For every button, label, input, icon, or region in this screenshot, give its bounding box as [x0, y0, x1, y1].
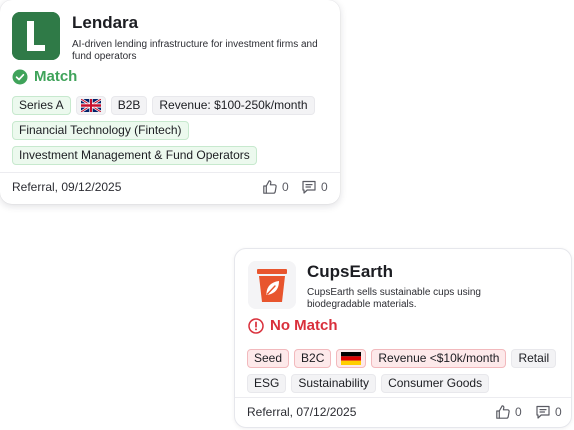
tag-stage: Series A [12, 96, 71, 115]
comment-button[interactable]: 0 [535, 404, 562, 420]
company-description: AI-driven lending infrastructure for inv… [72, 39, 318, 62]
tag-stage: Seed [247, 349, 290, 368]
lendara-logo-icon [12, 12, 60, 60]
cup-leaf-icon [248, 261, 296, 309]
tag-sector: Consumer Goods [381, 374, 490, 393]
uk-flag-icon [75, 96, 106, 115]
tag-sector: Financial Technology (Fintech) [12, 121, 189, 140]
tag-model: B2C [294, 349, 332, 368]
tag-sector: Investment Management & Fund Operators [12, 146, 257, 165]
company-card-lendara[interactable]: Lendara AI-driven lending infrastructure… [0, 0, 340, 204]
germany-flag-icon [336, 349, 367, 368]
company-name[interactable]: Lendara [72, 13, 138, 33]
tag-sector: Sustainability [291, 374, 377, 393]
thumbs-up-icon [496, 405, 510, 419]
tag-model: B2B [110, 96, 148, 115]
company-card-cupsearth[interactable]: CupsEarth CupsEarth sells sustainable cu… [234, 248, 572, 428]
tag-revenue: Revenue <$10k/month [371, 349, 507, 368]
company-name[interactable]: CupsEarth [307, 262, 393, 282]
match-status: Match [12, 68, 77, 85]
alert-circle-icon [248, 317, 264, 334]
status-label: No Match [270, 317, 338, 334]
comment-count: 0 [321, 180, 328, 194]
like-button[interactable]: 0 [495, 404, 522, 420]
tag-sector: ESG [247, 374, 287, 393]
card-footer: Referral, 09/12/2025 0 0 [0, 172, 340, 204]
like-count: 0 [282, 180, 289, 194]
comment-icon [536, 405, 550, 419]
referral-date: Referral, 09/12/2025 [12, 180, 122, 194]
status-label: Match [34, 68, 78, 85]
referral-date: Referral, 07/12/2025 [247, 405, 357, 419]
card-footer: Referral, 07/12/2025 0 0 [235, 397, 571, 429]
tag-list: Series A B2B Revenue: $100-250k/month Fi… [12, 96, 332, 165]
like-count: 0 [515, 405, 522, 419]
company-description: CupsEarth sells sustainable cups using b… [307, 287, 481, 310]
comment-count: 0 [555, 405, 562, 419]
comment-icon [302, 180, 316, 194]
tag-list: Seed B2C Revenue <$10k/month Retail ESG … [247, 349, 567, 393]
tag-sector: Retail [511, 349, 557, 368]
like-button[interactable]: 0 [262, 179, 289, 195]
thumbs-up-icon [263, 180, 277, 194]
check-circle-icon [12, 69, 28, 84]
match-status: No Match [248, 317, 338, 334]
tag-revenue: Revenue: $100-250k/month [152, 96, 315, 115]
comment-button[interactable]: 0 [301, 179, 328, 195]
